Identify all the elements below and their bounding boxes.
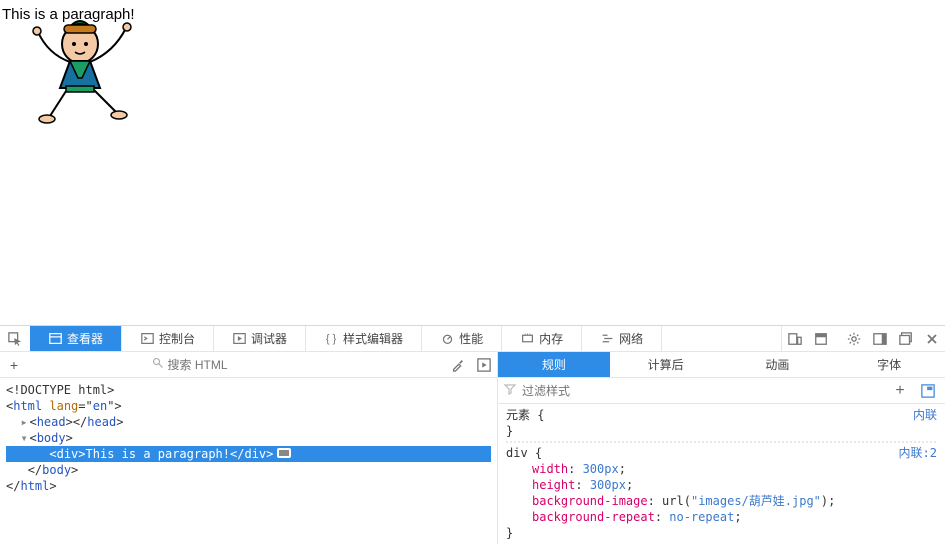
dom-body-open[interactable]: ▾<body> — [6, 430, 491, 446]
rules-subtabs: 规则 计算后 动画 字体 — [498, 352, 945, 378]
search-input[interactable] — [168, 358, 323, 372]
tab-memory-label: 内存 — [539, 330, 563, 347]
dom-div-selected[interactable]: <div>This is a paragraph!</div> — [6, 446, 491, 462]
search-icon — [152, 357, 164, 372]
tab-console-label: 控制台 — [159, 330, 195, 347]
decl-bg-repeat[interactable]: background-repeat: no-repeat; — [506, 509, 937, 525]
tab-styleeditor[interactable]: { } 样式编辑器 — [306, 326, 422, 351]
subtab-animations[interactable]: 动画 — [722, 352, 834, 377]
rules-list[interactable]: 内联 元素 { } 内联:2 div { width: 300px; heigh… — [498, 404, 945, 544]
add-node-button[interactable]: + — [0, 357, 28, 373]
filter-input[interactable] — [522, 384, 883, 398]
tab-debugger-label: 调试器 — [251, 330, 287, 347]
close-devtools-button[interactable] — [919, 326, 945, 352]
rule-divider — [506, 441, 937, 443]
filter-bar: + — [498, 378, 945, 404]
rule-selector-element: 元素 — [506, 408, 530, 422]
devtools-panel: 查看器 控制台 调试器 { } 样式编辑器 性能 内存 网络 — [0, 325, 945, 544]
subtab-rules[interactable]: 规则 — [498, 352, 610, 377]
dom-html-open[interactable]: <html lang="en"> — [6, 398, 491, 414]
tab-debugger[interactable]: 调试器 — [214, 326, 306, 351]
tab-network-label: 网络 — [619, 330, 643, 347]
tab-inspector[interactable]: 查看器 — [30, 326, 122, 351]
pick-element-button[interactable] — [0, 326, 30, 351]
inspector-icon — [48, 332, 62, 346]
decl-width[interactable]: width: 300px; — [506, 461, 937, 477]
add-rule-button[interactable]: + — [889, 380, 911, 402]
memory-icon — [520, 332, 534, 346]
tab-performance[interactable]: 性能 — [422, 326, 502, 351]
tab-styleeditor-label: 样式编辑器 — [343, 330, 403, 347]
styleeditor-icon: { } — [324, 332, 338, 346]
rule-selector-div: div — [506, 446, 528, 460]
rule-div[interactable]: 内联:2 div { width: 300px; height: 300px; … — [506, 445, 937, 541]
rule-element[interactable]: 内联 元素 { } — [506, 407, 937, 439]
rules-pane: 规则 计算后 动画 字体 + 内联 元素 { } 内联:2 — [498, 352, 945, 544]
dom-toolbar: + — [0, 352, 497, 378]
cartoon-image — [20, 8, 140, 126]
toolbar-right — [781, 326, 945, 351]
tab-performance-label: 性能 — [459, 330, 483, 347]
responsive-mode-button[interactable] — [782, 326, 808, 352]
debugger-icon — [232, 332, 246, 346]
subtab-computed[interactable]: 计算后 — [610, 352, 722, 377]
console-icon — [140, 332, 154, 346]
dom-doctype[interactable]: <!DOCTYPE html> — [6, 382, 491, 398]
page-preview: This is a paragraph! — [0, 0, 945, 325]
devtools-split: + <!DOCTYPE html> <html lang="en"> ▸<hea… — [0, 352, 945, 544]
settings-button[interactable] — [841, 326, 867, 352]
rule-source-link[interactable]: 内联 — [913, 407, 937, 423]
dock-window-button[interactable] — [893, 326, 919, 352]
rule-source-link[interactable]: 内联:2 — [899, 445, 937, 461]
decl-height[interactable]: height: 300px; — [506, 477, 937, 493]
toggle-pseudo-button[interactable] — [917, 380, 939, 402]
devtools-toolbar: 查看器 控制台 调试器 { } 样式编辑器 性能 内存 网络 — [0, 326, 945, 352]
dom-body-close[interactable]: </body> — [6, 462, 491, 478]
frame-select-button[interactable] — [808, 326, 834, 352]
tab-inspector-label: 查看器 — [67, 330, 103, 347]
network-icon — [600, 332, 614, 346]
filter-icon — [504, 383, 516, 398]
play-button[interactable] — [471, 352, 497, 378]
subtab-fonts[interactable]: 字体 — [833, 352, 945, 377]
performance-icon — [440, 332, 454, 346]
eyedropper-button[interactable] — [445, 352, 471, 378]
decl-bg-image[interactable]: background-image: url("images/葫芦娃.jpg"); — [506, 493, 937, 509]
dom-html-close[interactable]: </html> — [6, 478, 491, 494]
dom-pane: + <!DOCTYPE html> <html lang="en"> ▸<hea… — [0, 352, 498, 544]
node-badge-icon — [277, 446, 291, 462]
dom-head[interactable]: ▸<head></head> — [6, 414, 491, 430]
tab-console[interactable]: 控制台 — [122, 326, 214, 351]
dom-tree[interactable]: <!DOCTYPE html> <html lang="en"> ▸<head>… — [0, 378, 497, 544]
tab-memory[interactable]: 内存 — [502, 326, 582, 351]
tab-network[interactable]: 网络 — [582, 326, 662, 351]
dock-side-button[interactable] — [867, 326, 893, 352]
